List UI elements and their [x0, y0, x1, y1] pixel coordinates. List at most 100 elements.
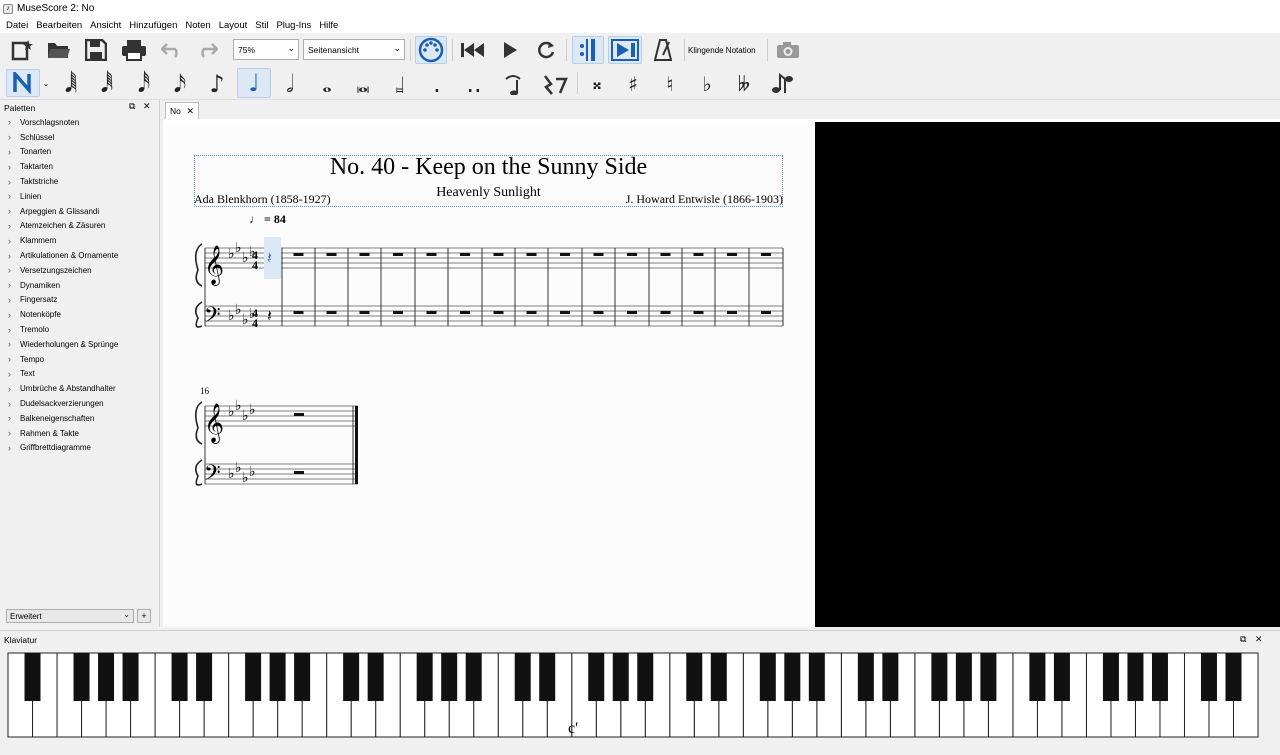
- black-key[interactable]: [171, 653, 188, 701]
- duration-half-button[interactable]: 𝅗𝅥: [277, 70, 303, 98]
- palette-item[interactable]: › Text: [0, 367, 159, 382]
- black-key[interactable]: [637, 653, 654, 701]
- flip-direction-button[interactable]: [768, 70, 798, 98]
- duration-8th-button[interactable]: 𝅘𝅥𝅯: [167, 70, 193, 98]
- duration-quarter-button[interactable]: ♩: [237, 68, 271, 98]
- menu-hilfe[interactable]: Hilfe: [315, 20, 342, 31]
- black-key[interactable]: [1053, 653, 1070, 701]
- sharp-button[interactable]: ♯: [620, 70, 646, 98]
- redo-button[interactable]: [193, 37, 221, 63]
- black-key[interactable]: [441, 653, 458, 701]
- palette-item[interactable]: › Klammern: [0, 233, 159, 248]
- palette-item[interactable]: › Dynamiken: [0, 278, 159, 293]
- float-panel-icon[interactable]: ⧉: [1240, 634, 1246, 645]
- rewind-button[interactable]: [458, 37, 488, 63]
- black-key[interactable]: [98, 653, 115, 701]
- tab-score[interactable]: No ✕: [165, 102, 199, 119]
- black-key[interactable]: [857, 653, 874, 701]
- black-key[interactable]: [882, 653, 899, 701]
- black-key[interactable]: [539, 653, 556, 701]
- duration-whole-button[interactable]: 𝅝: [314, 70, 340, 98]
- black-key[interactable]: [514, 653, 531, 701]
- palette-item[interactable]: › Dudelsackverzierungen: [0, 396, 159, 411]
- menu-plugins[interactable]: Plug-Ins: [272, 20, 315, 31]
- open-button[interactable]: [45, 37, 73, 63]
- black-key[interactable]: [955, 653, 972, 701]
- black-key[interactable]: [465, 653, 482, 701]
- palette-item[interactable]: › Griffbrettdiagramme: [0, 441, 159, 456]
- black-key[interactable]: [343, 653, 360, 701]
- palette-item[interactable]: › Artikulationen & Ornamente: [0, 248, 159, 263]
- close-icon[interactable]: ✕: [1255, 634, 1263, 645]
- black-key[interactable]: [808, 653, 825, 701]
- loop-button[interactable]: [532, 37, 560, 63]
- menu-bearbeiten[interactable]: Bearbeiten: [32, 20, 86, 31]
- image-capture-button[interactable]: [773, 37, 803, 63]
- menu-stil[interactable]: Stil: [251, 20, 272, 31]
- palette-item[interactable]: › Vorschlagsnoten: [0, 115, 159, 130]
- palette-item[interactable]: › Versetzungszeichen: [0, 263, 159, 278]
- tie-button[interactable]: [500, 70, 526, 98]
- play-repeats-button[interactable]: [572, 36, 604, 64]
- natural-button[interactable]: ♮: [657, 70, 683, 98]
- black-key[interactable]: [122, 653, 139, 701]
- score-notation[interactable]: 𝄞𝄢♭ ♭♭ ♭♭ ♭♭ ♭4444𝄽𝄽𝄞𝄢♭ ♭♭ ♭♭ ♭♭ ♭: [190, 230, 790, 500]
- palette-item[interactable]: › Tremolo: [0, 322, 159, 337]
- black-key[interactable]: [24, 653, 41, 701]
- duration-64th-button[interactable]: 𝅘𝅥𝅲: [58, 70, 84, 98]
- flat-button[interactable]: ♭: [694, 70, 720, 98]
- palette-item[interactable]: › Tonarten: [0, 145, 159, 160]
- pan-score-button[interactable]: [608, 36, 642, 64]
- duration-breve-button[interactable]: 𝅜: [350, 70, 376, 98]
- menu-datei[interactable]: Datei: [2, 20, 32, 31]
- black-key[interactable]: [1225, 653, 1242, 701]
- rest-button[interactable]: [540, 70, 570, 98]
- palette-item[interactable]: › Atemzeichen & Zäsuren: [0, 219, 159, 234]
- duration-16th-button[interactable]: 𝅘𝅥𝅰: [131, 70, 157, 98]
- palette-item[interactable]: › Umbrüche & Abstandhalter: [0, 381, 159, 396]
- menu-layout[interactable]: Layout: [215, 20, 252, 31]
- black-key[interactable]: [196, 653, 213, 701]
- score-lyricist[interactable]: Ada Blenkhorn (1858-1927): [194, 192, 331, 207]
- black-key[interactable]: [416, 653, 433, 701]
- augmentation-dot-button[interactable]: .: [424, 70, 450, 98]
- palette-item[interactable]: › Rahmen & Takte: [0, 426, 159, 441]
- float-panel-icon[interactable]: ⧉: [129, 101, 135, 112]
- workspace-select[interactable]: Erweitert ⌄: [6, 609, 134, 623]
- palette-item[interactable]: › Tempo: [0, 352, 159, 367]
- black-key[interactable]: [931, 653, 948, 701]
- black-key[interactable]: [588, 653, 605, 701]
- score-composer[interactable]: J. Howard Entwisle (1866-1903): [626, 192, 783, 207]
- view-mode-select[interactable]: Seitenansicht ⌄: [303, 39, 405, 60]
- save-button[interactable]: [82, 37, 110, 63]
- palette-item[interactable]: › Fingersatz: [0, 293, 159, 308]
- black-key[interactable]: [612, 653, 629, 701]
- palette-item[interactable]: › Notenköpfe: [0, 307, 159, 322]
- palette-item[interactable]: › Linien: [0, 189, 159, 204]
- palette-item[interactable]: › Taktstriche: [0, 174, 159, 189]
- black-key[interactable]: [294, 653, 311, 701]
- score-title[interactable]: No. 40 - Keep on the Sunny Side: [194, 154, 783, 181]
- black-key[interactable]: [1200, 653, 1217, 701]
- palette-item[interactable]: › Balkeneigenschaften: [0, 411, 159, 426]
- close-icon[interactable]: ✕: [143, 101, 151, 112]
- menu-ansicht[interactable]: Ansicht: [86, 20, 125, 31]
- midi-input-button[interactable]: [415, 36, 447, 64]
- menu-hinzufuegen[interactable]: Hinzufügen: [125, 20, 181, 31]
- menu-noten[interactable]: Noten: [181, 20, 214, 31]
- black-key[interactable]: [710, 653, 727, 701]
- black-key[interactable]: [1127, 653, 1144, 701]
- duration-8th-alt-button[interactable]: ♪: [204, 70, 230, 98]
- palette-item[interactable]: › Wiederholungen & Sprünge: [0, 337, 159, 352]
- note-input-mode-button[interactable]: [6, 69, 40, 97]
- black-key[interactable]: [784, 653, 801, 701]
- note-input-mode-menu[interactable]: ⌄: [41, 76, 51, 90]
- black-key[interactable]: [686, 653, 703, 701]
- black-key[interactable]: [73, 653, 90, 701]
- black-key[interactable]: [980, 653, 997, 701]
- black-key[interactable]: [245, 653, 262, 701]
- play-button[interactable]: [496, 37, 524, 63]
- double-dot-button[interactable]: ..: [461, 70, 487, 98]
- black-key[interactable]: [1102, 653, 1119, 701]
- double-flat-button[interactable]: 𝄫: [730, 70, 758, 98]
